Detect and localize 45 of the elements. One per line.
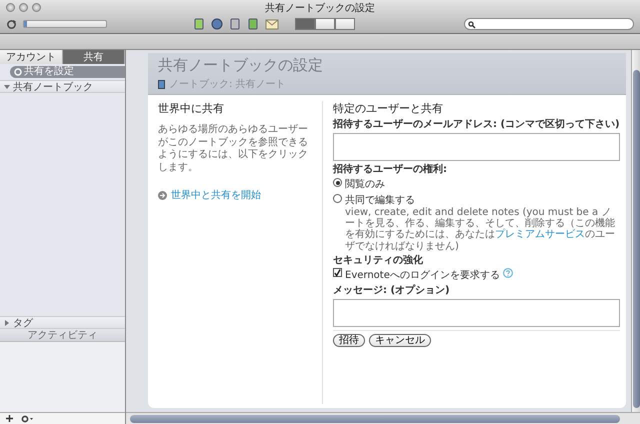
- share-with-world-link[interactable]: 世界中と共有を開始: [158, 188, 310, 202]
- radio-label: 閲覧のみ: [345, 178, 385, 191]
- field-label: メッセージ: (オプション): [333, 285, 451, 297]
- radio-label: 共同で編集する: [345, 194, 415, 207]
- section-heading: 特定のユーザーと共有: [333, 101, 444, 116]
- envelope-icon[interactable]: [265, 18, 279, 30]
- view-mode-button[interactable]: [335, 18, 355, 30]
- sidebar-section-header[interactable]: 共有ノートブック: [0, 80, 125, 93]
- globe-icon[interactable]: [211, 18, 223, 30]
- field-label: 招待するユーザーの権利:: [333, 164, 448, 175]
- premium-link[interactable]: プレミアムサービス: [495, 229, 585, 240]
- add-icon[interactable]: [6, 415, 13, 422]
- disclosure-icon: [4, 84, 10, 90]
- help-icon[interactable]: [502, 268, 513, 278]
- sync-icon[interactable]: [6, 18, 17, 30]
- form-button[interactable]: 招待: [333, 334, 365, 347]
- vertical-scrollbar[interactable]: [632, 70, 640, 408]
- arrow-circle-icon: [158, 190, 167, 200]
- checkbox[interactable]: [333, 268, 342, 278]
- radio-button[interactable]: [333, 194, 342, 203]
- activity-header: アクティビティ: [0, 329, 125, 342]
- section-heading: 世界中に共有: [158, 101, 225, 116]
- sidebar-section-header[interactable]: タグ: [0, 316, 125, 329]
- radio-button[interactable]: [333, 178, 342, 187]
- zoom-light[interactable]: [32, 3, 41, 12]
- field-label: 招待するユーザーのメールアドレス: (コンマで区切って下さい): [333, 119, 620, 130]
- checkbox-label: Evernoteへのログインを要求する: [345, 268, 500, 282]
- page-title: 共有ノートブックの設定: [158, 56, 324, 75]
- horizontal-scrollbar[interactable]: [130, 414, 620, 422]
- window-title: 共有ノートブックの設定: [264, 2, 376, 14]
- sidebar-tab[interactable]: アカウント: [0, 50, 62, 64]
- form-button[interactable]: キャンセル: [369, 334, 431, 347]
- search-icon: [468, 21, 476, 29]
- field-label: セキュリティの強化: [333, 254, 424, 266]
- minimize-light[interactable]: [19, 3, 28, 12]
- message-input-field[interactable]: [333, 298, 620, 327]
- close-light[interactable]: [6, 3, 15, 12]
- search-field[interactable]: [464, 18, 634, 30]
- email-input-field[interactable]: [333, 132, 620, 160]
- description-text: あらゆる場所のあらゆるユーザーがこのノートブックを参照できるようにするには、以下をクリックします。: [158, 124, 309, 174]
- view-mode-button[interactable]: [315, 18, 335, 30]
- disclosure-icon: [4, 320, 10, 326]
- sidebar-tab[interactable]: 共有: [62, 50, 125, 64]
- breadcrumb: ノートブック: 共有ノート: [169, 78, 286, 91]
- option-description: view, create, edit and delete notes (you must be a ノートを見る、作る、編集する、そして、削除する（この機能を有効にするためには、あなたはプレミアムサービスのユーザでなければなりません): [345, 207, 616, 252]
